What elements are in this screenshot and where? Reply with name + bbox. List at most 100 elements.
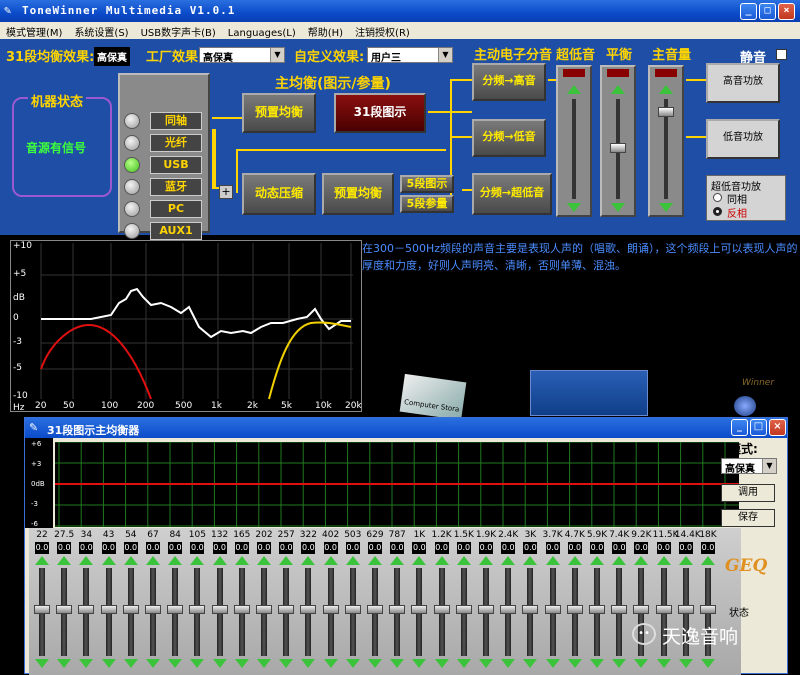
band-down-arrow[interactable] [368,659,382,668]
apply-button[interactable]: 调用 [721,484,775,502]
maximize-button[interactable]: □ [759,3,776,20]
band-up-arrow[interactable] [590,556,604,565]
band-slider-knob[interactable] [122,605,139,614]
band-slider-knob[interactable] [544,605,561,614]
band-up-arrow[interactable] [523,556,538,565]
band-up-arrow[interactable] [479,556,493,565]
band-up-arrow[interactable] [634,556,649,565]
band-down-arrow[interactable] [35,659,49,668]
eq-close-button[interactable]: × [769,419,786,436]
band-up-arrow[interactable] [390,556,405,565]
band-down-arrow[interactable] [390,659,405,668]
band-slider-knob[interactable] [566,605,583,614]
band-slider-knob[interactable] [145,605,161,614]
band-slider-knob[interactable] [411,605,428,614]
band-up-arrow[interactable] [434,556,449,565]
band-down-arrow[interactable] [501,659,516,668]
source-button-1[interactable]: 光纤 [150,134,202,152]
menu-usb[interactable]: USB数字声卡(B) [135,22,222,39]
band-slider-knob[interactable] [500,605,517,614]
mute-checkbox[interactable] [776,49,787,60]
band-down-arrow[interactable] [301,659,316,668]
band-up-arrow[interactable] [123,556,138,565]
preset-eq2-button[interactable]: 预置均衡 [322,173,394,215]
band-up-arrow[interactable] [656,556,671,565]
source-button-4[interactable]: PC [150,200,202,218]
band-up-arrow[interactable] [146,556,160,565]
band-down-arrow[interactable] [79,659,94,668]
band-down-arrow[interactable] [434,659,449,668]
mode-select[interactable]: 高保真 ▼ [721,458,777,475]
band-down-arrow[interactable] [101,659,116,668]
band-up-arrow[interactable] [234,556,249,565]
band-up-arrow[interactable] [567,556,582,565]
band-up-arrow[interactable] [279,556,294,565]
amp-high-button[interactable]: 高音功放 [706,63,780,103]
band-down-arrow[interactable] [123,659,138,668]
custom-select[interactable]: 用户三 ▼ [367,47,453,64]
band-slider-knob[interactable] [589,605,605,614]
band-up-arrow[interactable] [57,556,72,565]
band-slider-knob[interactable] [700,605,716,614]
menu-license[interactable]: 注销授权(R) [349,22,416,39]
band-down-arrow[interactable] [234,659,249,668]
band-slider-knob[interactable] [611,605,628,614]
phase-inverse-radio[interactable] [713,207,722,216]
source-button-0[interactable]: 同轴 [150,112,202,130]
band-down-arrow[interactable] [323,659,338,668]
band-slider-knob[interactable] [78,605,95,614]
source-button-3[interactable]: 蓝牙 [150,178,202,196]
source-button-2[interactable]: USB [150,156,202,174]
band-down-arrow[interactable] [168,659,183,668]
plus-button[interactable]: + [219,185,233,199]
band-up-arrow[interactable] [345,556,360,565]
band-up-arrow[interactable] [301,556,316,565]
band-up-arrow[interactable] [412,556,427,565]
band-down-arrow[interactable] [257,659,271,668]
band-slider-knob[interactable] [34,605,50,614]
eq-minimize-button[interactable]: _ [731,419,748,436]
band-down-arrow[interactable] [345,659,360,668]
split-high-button[interactable]: 分频→高音 [472,63,546,101]
band-slider-knob[interactable] [633,605,650,614]
band-slider-knob[interactable] [344,605,361,614]
band-up-arrow[interactable] [257,556,271,565]
band-up-arrow[interactable] [212,556,227,565]
band-up-arrow[interactable] [323,556,338,565]
band-slider-knob[interactable] [211,605,228,614]
band-up-arrow[interactable] [545,556,560,565]
band5-graphic-button[interactable]: 5段图示 [400,175,454,193]
menu-languages[interactable]: Languages(L) [222,26,302,39]
band-down-arrow[interactable] [590,659,604,668]
band-down-arrow[interactable] [545,659,560,668]
menu-mode[interactable]: 模式管理(M) [0,22,68,39]
band-slider-knob[interactable] [100,605,117,614]
band-slider-knob[interactable] [478,605,494,614]
band-down-arrow[interactable] [656,659,671,668]
band-down-arrow[interactable] [279,659,294,668]
band-slider-knob[interactable] [256,605,272,614]
band-down-arrow[interactable] [612,659,627,668]
band-slider-knob[interactable] [56,605,73,614]
band-down-arrow[interactable] [190,659,205,668]
close-button[interactable]: × [778,3,795,20]
band-down-arrow[interactable] [57,659,72,668]
eq-maximize-button[interactable]: □ [750,419,767,436]
compressor-button[interactable]: 动态压缩 [242,173,316,215]
graphic31-button[interactable]: 31段图示 [334,93,426,133]
subwoofer-slider[interactable] [556,65,592,217]
band-slider-knob[interactable] [189,605,206,614]
band-up-arrow[interactable] [501,556,516,565]
band-down-arrow[interactable] [567,659,582,668]
band-down-arrow[interactable] [412,659,427,668]
minimize-button[interactable]: _ [740,3,757,20]
band-slider-knob[interactable] [167,605,184,614]
band-slider-knob[interactable] [322,605,339,614]
band-down-arrow[interactable] [456,659,471,668]
band-up-arrow[interactable] [101,556,116,565]
split-low-button[interactable]: 分频→低音 [472,119,546,157]
band-up-arrow[interactable] [168,556,183,565]
balance-slider[interactable] [600,65,636,217]
band-slider-knob[interactable] [433,605,450,614]
band-down-arrow[interactable] [701,659,715,668]
